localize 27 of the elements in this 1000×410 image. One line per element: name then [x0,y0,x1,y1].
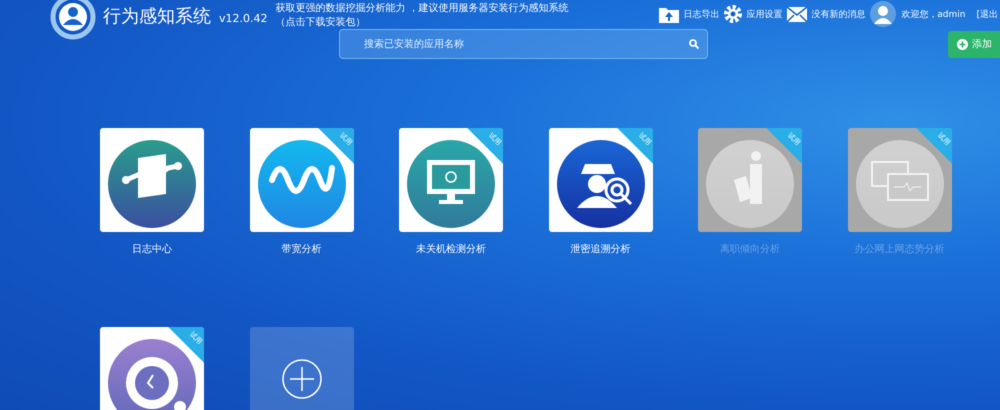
app-name: 日志中心 [132,242,172,256]
plus-circle-icon [957,38,968,50]
notice-text: 获取更强的数据挖掘分析能力 ，建议使用服务器安装行为感知系统 [276,2,569,16]
add-app-tile[interactable] [250,327,354,410]
settings-icon [724,5,742,23]
search-icon [689,39,699,49]
plus-circle-icon [280,358,322,400]
folder-upload-icon [659,6,680,22]
app-title: 行为感知系统 [103,5,211,28]
export-link[interactable]: 日志导出 [659,6,720,22]
settings-link[interactable]: 应用设置 [724,5,782,23]
app-name: 离职倾向分析 [720,242,780,256]
app-name: 未关机检测分析 [416,242,486,256]
version-label: v12.0.42 [219,12,268,25]
download-link[interactable]: （点击下载安装包） [276,16,569,30]
avatar-icon [870,1,896,27]
messages-link[interactable]: 没有新的消息 [787,6,866,22]
app-name: 办公网上网态势分析 [854,242,944,256]
logout-link[interactable]: [退出 [976,8,998,20]
add-app-button[interactable]: 添加 [948,30,1000,58]
logo-icon [50,0,96,40]
welcome-text: 欢迎您，admin [901,8,966,20]
app-name: 泄密追溯分析 [570,242,630,256]
app-tile[interactable] [100,128,204,232]
search-field[interactable]: 搜索已安装的应用名称 [339,29,708,59]
app-name: 带宽分析 [282,242,322,256]
mail-icon [787,6,808,22]
